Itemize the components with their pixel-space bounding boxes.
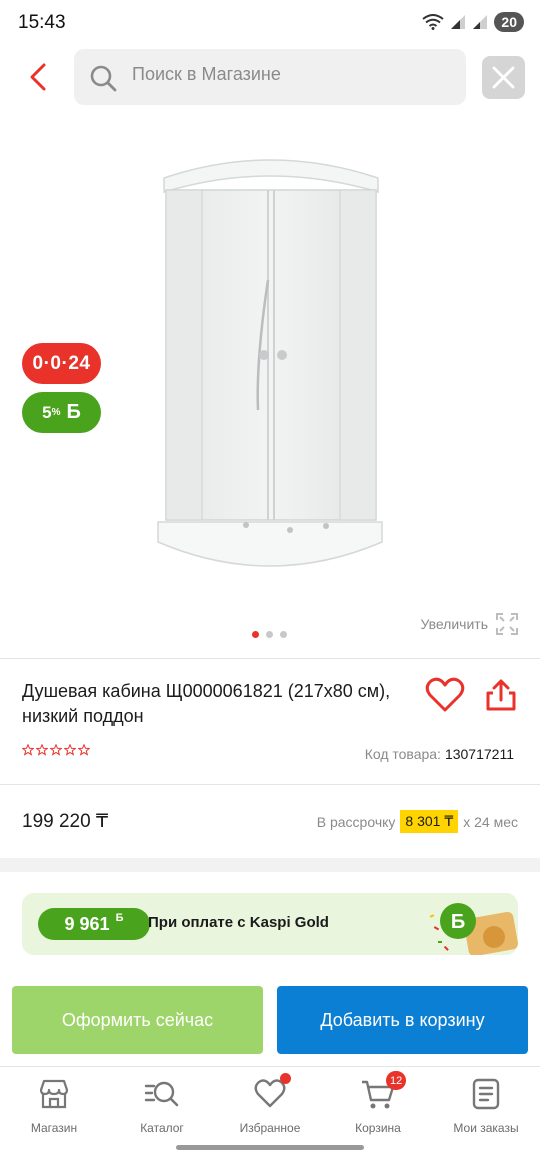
installment-prefix: В рассрочку — [316, 813, 396, 830]
rating-stars[interactable] — [22, 744, 90, 756]
bonus-percent: 5 — [42, 402, 52, 422]
search-input[interactable]: Поиск в Магазине — [74, 49, 466, 105]
share-icon — [486, 679, 516, 711]
close-icon — [492, 66, 515, 89]
heart-icon — [254, 1079, 286, 1108]
home-indicator[interactable] — [176, 1145, 364, 1150]
chevron-left-icon — [30, 63, 46, 91]
star-icon — [22, 744, 34, 756]
installment-info[interactable]: В рассрочку 8 301 ₸ x 24 мес — [317, 810, 518, 833]
star-icon — [78, 744, 90, 756]
gallery-dot[interactable] — [252, 631, 259, 638]
installment-amount: 8 301 ₸ — [400, 810, 459, 833]
installment-suffix: x 24 мес — [463, 813, 518, 830]
nav-label: Избранное — [239, 1121, 301, 1135]
cart-count-badge: 12 — [386, 1071, 407, 1090]
kaspi-gold-card-icon: Б — [429, 903, 518, 955]
kaspi-bonus-symbol: Б — [115, 912, 124, 924]
share-button[interactable] — [484, 678, 518, 712]
wifi-icon — [422, 14, 445, 30]
favorites-indicator-dot — [280, 1073, 291, 1084]
close-search-button[interactable] — [482, 56, 525, 99]
nav-item-store[interactable]: Магазин — [0, 1077, 108, 1135]
zoom-button[interactable]: Увеличить — [420, 613, 518, 635]
zoom-label: Увеличить — [420, 616, 488, 632]
add-to-cart-button[interactable]: Добавить в корзину — [277, 986, 528, 1054]
nav-label: Мои заказы — [453, 1121, 519, 1135]
bonus-percent-sign: % — [51, 407, 61, 418]
product-price: 199 220 ₸ — [22, 811, 109, 832]
signal-icon — [451, 15, 466, 29]
product-title: Душевая кабина Щ0000061821 (217x80 см), … — [22, 681, 391, 726]
store-icon — [39, 1079, 69, 1109]
product-image[interactable] — [150, 150, 390, 590]
heart-icon — [425, 677, 465, 712]
search-placeholder: Поиск в Магазине — [132, 64, 281, 84]
kaspi-gold-text: При оплате с Kaspi Gold — [148, 914, 329, 931]
bonus-badge: 5% Б — [22, 392, 101, 433]
battery-indicator: 20 — [494, 12, 524, 32]
svg-text:Б: Б — [451, 911, 465, 933]
bonus-symbol: Б — [66, 401, 81, 423]
catalog-search-icon — [144, 1081, 179, 1107]
sku-value: 130717211 — [444, 746, 514, 762]
back-button[interactable] — [24, 62, 54, 92]
order-now-button[interactable]: Оформить сейчас — [12, 986, 263, 1054]
gallery-dot[interactable] — [280, 631, 287, 638]
kaspi-bonus-amount: 9 961 — [64, 913, 110, 934]
status-time: 15:43 — [18, 12, 66, 33]
orders-icon — [472, 1078, 500, 1110]
divider — [0, 658, 540, 659]
signal-icon-2 — [473, 15, 488, 29]
gallery-dot[interactable] — [266, 631, 273, 638]
status-icons: 20 — [422, 12, 524, 32]
sku-label: Код товара: — [364, 746, 441, 762]
search-icon — [90, 65, 117, 92]
kaspi-bonus-pill: 9 961 Б — [38, 908, 150, 940]
divider — [0, 784, 540, 785]
star-icon — [64, 744, 76, 756]
nav-label: Корзина — [355, 1121, 401, 1135]
favorite-button[interactable] — [425, 677, 465, 713]
nav-item-cart[interactable]: 12 Корзина — [324, 1071, 432, 1135]
search-header: Поиск в Магазине — [0, 48, 540, 108]
nav-item-favorites[interactable]: Избранное — [216, 1073, 324, 1135]
installment-badge: 0·0·24 — [22, 343, 101, 384]
status-bar: 15:43 20 — [0, 0, 540, 46]
kaspi-gold-bonus-card[interactable]: 9 961 Б При оплате с Kaspi Gold Б — [22, 893, 518, 955]
gallery-pagination — [252, 631, 287, 638]
nav-item-catalog[interactable]: Каталог — [108, 1077, 216, 1135]
star-icon — [50, 744, 62, 756]
star-icon — [36, 744, 48, 756]
nav-item-orders[interactable]: Мои заказы — [432, 1077, 540, 1135]
nav-label: Магазин — [30, 1121, 78, 1135]
section-separator — [0, 858, 540, 872]
nav-label: Каталог — [140, 1121, 184, 1135]
sku: Код товара: 130717211 — [365, 746, 514, 762]
expand-icon — [496, 613, 518, 635]
